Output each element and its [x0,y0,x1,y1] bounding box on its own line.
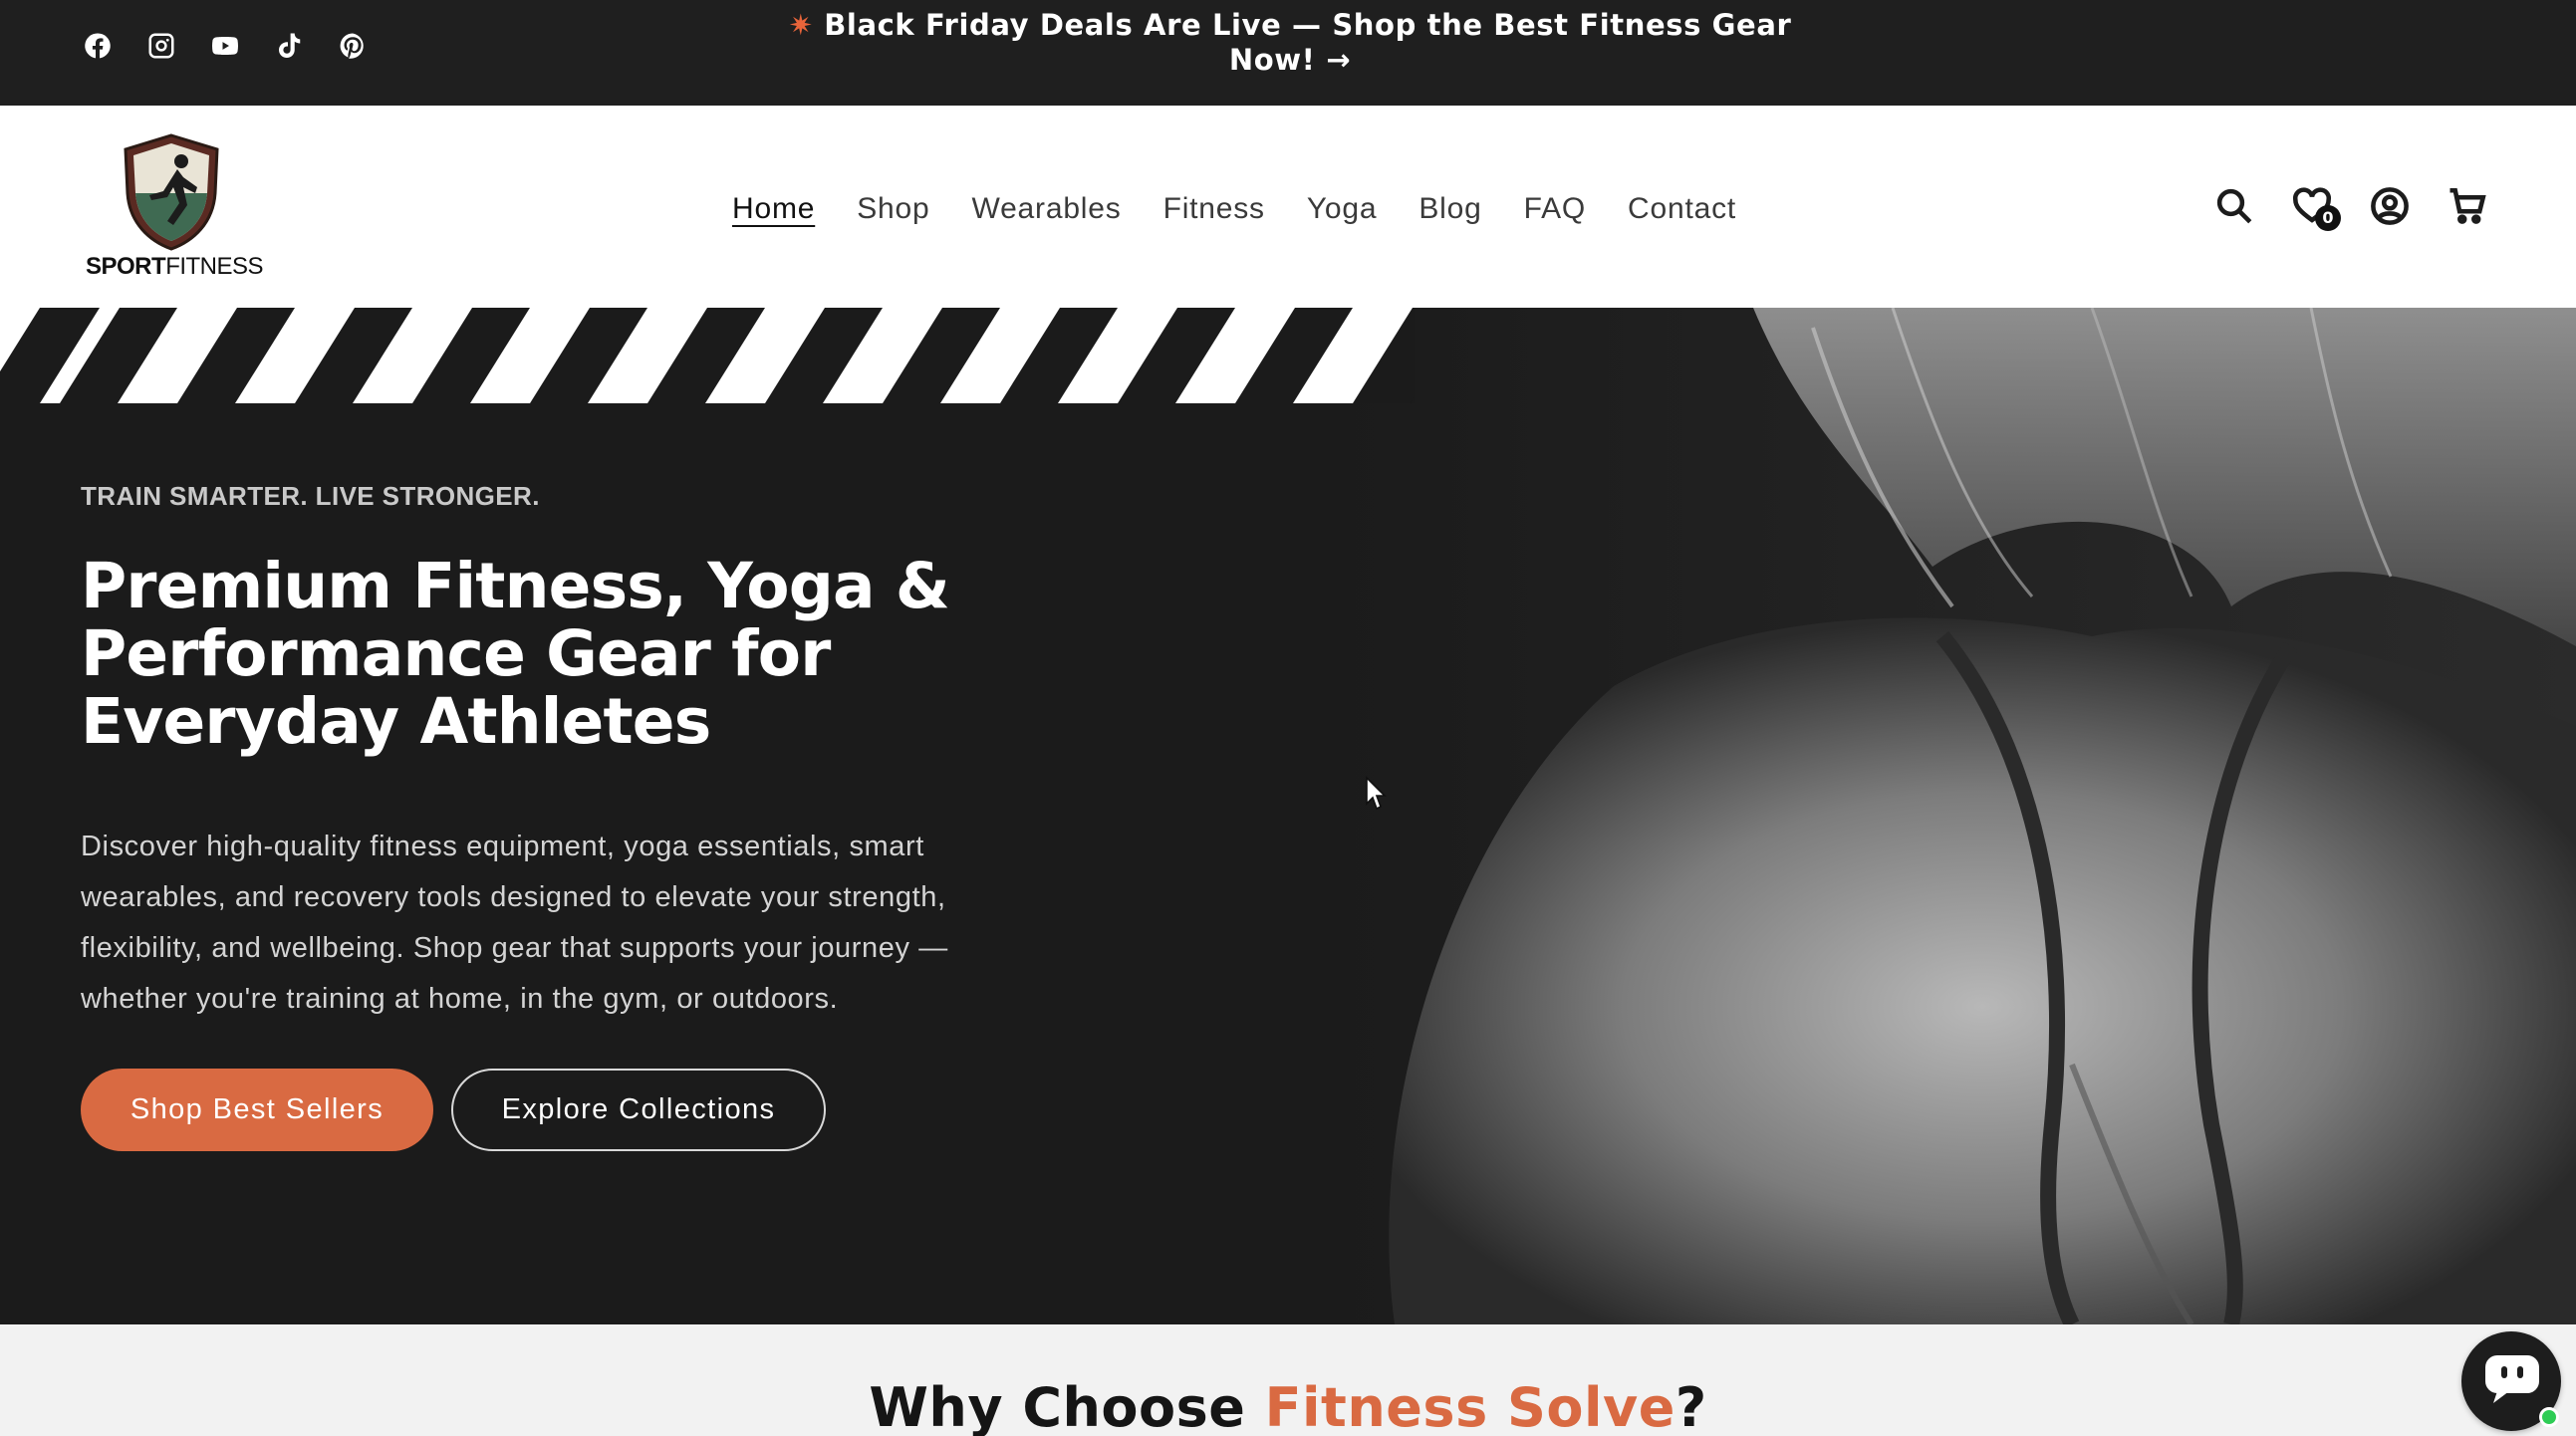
nav-blog[interactable]: Blog [1398,189,1502,229]
explore-collections-button[interactable]: Explore Collections [451,1069,826,1151]
shop-best-sellers-button[interactable]: Shop Best Sellers [81,1069,433,1151]
wishlist-heart-icon[interactable]: 0 [2291,185,2341,231]
social-links [78,26,373,66]
mouse-cursor-icon [1366,776,1387,811]
nav-home[interactable]: Home [732,189,836,229]
nav-shop[interactable]: Shop [836,189,950,229]
cart-icon[interactable] [2447,185,2488,231]
nav-contact[interactable]: Contact [1607,189,1757,229]
hero-athlete-image [1335,308,2576,1324]
nav-yoga[interactable]: Yoga [1286,189,1399,229]
main-nav: Home Shop Wearables Fitness Yoga Blog FA… [732,189,1757,229]
account-icon[interactable] [2369,185,2411,231]
wishlist-count-badge: 0 [2315,205,2341,231]
hero-banner: TRAIN SMARTER. LIVE STRONGER. Premium Fi… [0,308,2576,1324]
hero-description: Discover high-quality fitness equipment,… [81,831,948,1015]
pinterest-icon[interactable] [333,26,373,66]
youtube-icon[interactable] [205,26,245,66]
tiktok-icon[interactable] [269,26,309,66]
why-choose-section: Why Choose Fitness Solve? [0,1324,2576,1436]
announcement-text: Black Friday Deals Are Live — Shop the B… [824,8,1792,77]
logo-wordmark: SPORTFITNESS [86,253,264,280]
chat-widget-button[interactable] [2461,1331,2561,1431]
announcement-link[interactable]: ✷ Black Friday Deals Are Live — Shop the… [777,8,1803,78]
site-header: SPORTFITNESS Home Shop Wearables Fitness… [0,106,2576,308]
header-icons: 0 [2213,185,2488,231]
shield-logo-icon [124,133,219,251]
facebook-icon[interactable] [78,26,118,66]
hero-eyebrow: TRAIN SMARTER. LIVE STRONGER. [81,481,540,511]
nav-fitness[interactable]: Fitness [1143,189,1286,229]
hero-title: Premium Fitness, Yoga & Performance Gear… [81,550,950,758]
instagram-icon[interactable] [141,26,181,66]
site-logo[interactable]: SPORTFITNESS [86,133,264,283]
why-choose-title: Why Choose Fitness Solve? [869,1376,1707,1436]
burst-icon: ✷ [788,8,825,42]
search-icon[interactable] [2213,185,2255,231]
nav-wearables[interactable]: Wearables [951,189,1143,229]
announcement-bar: ✷ Black Friday Deals Are Live — Shop the… [0,0,2576,106]
online-status-dot [2539,1407,2559,1427]
diagonal-stripes-decoration [0,308,1415,403]
chat-bubble-icon [2485,1355,2539,1403]
nav-faq[interactable]: FAQ [1503,189,1607,229]
